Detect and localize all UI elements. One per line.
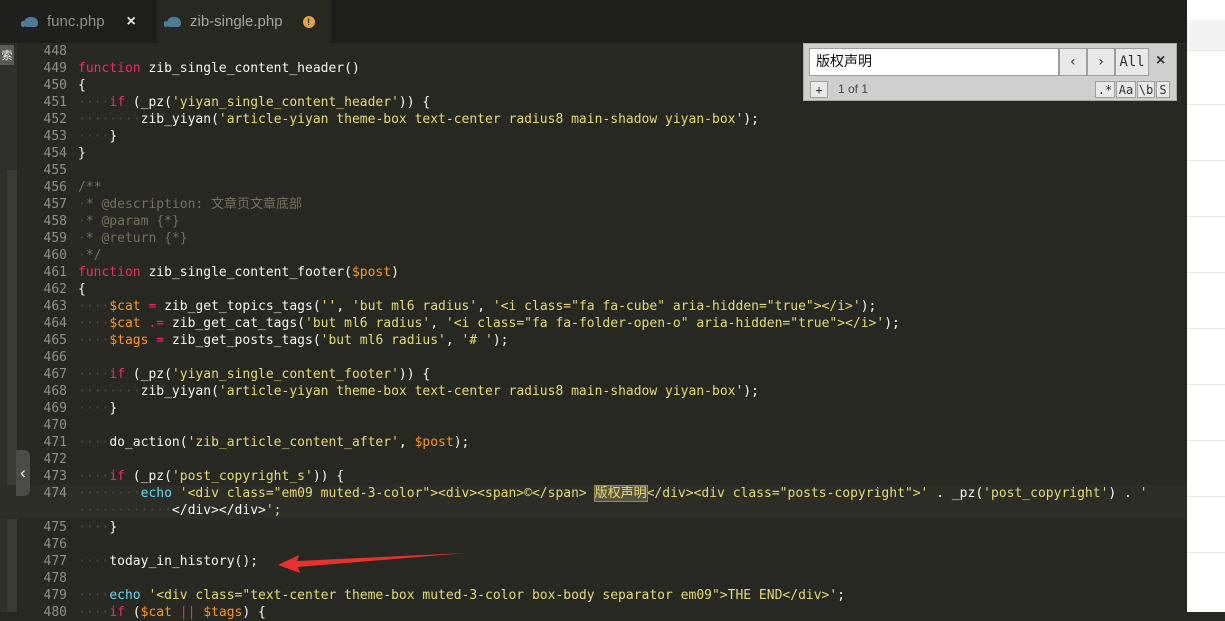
- annotation-arrow: [278, 553, 466, 573]
- red-arrow-shape: [278, 553, 466, 573]
